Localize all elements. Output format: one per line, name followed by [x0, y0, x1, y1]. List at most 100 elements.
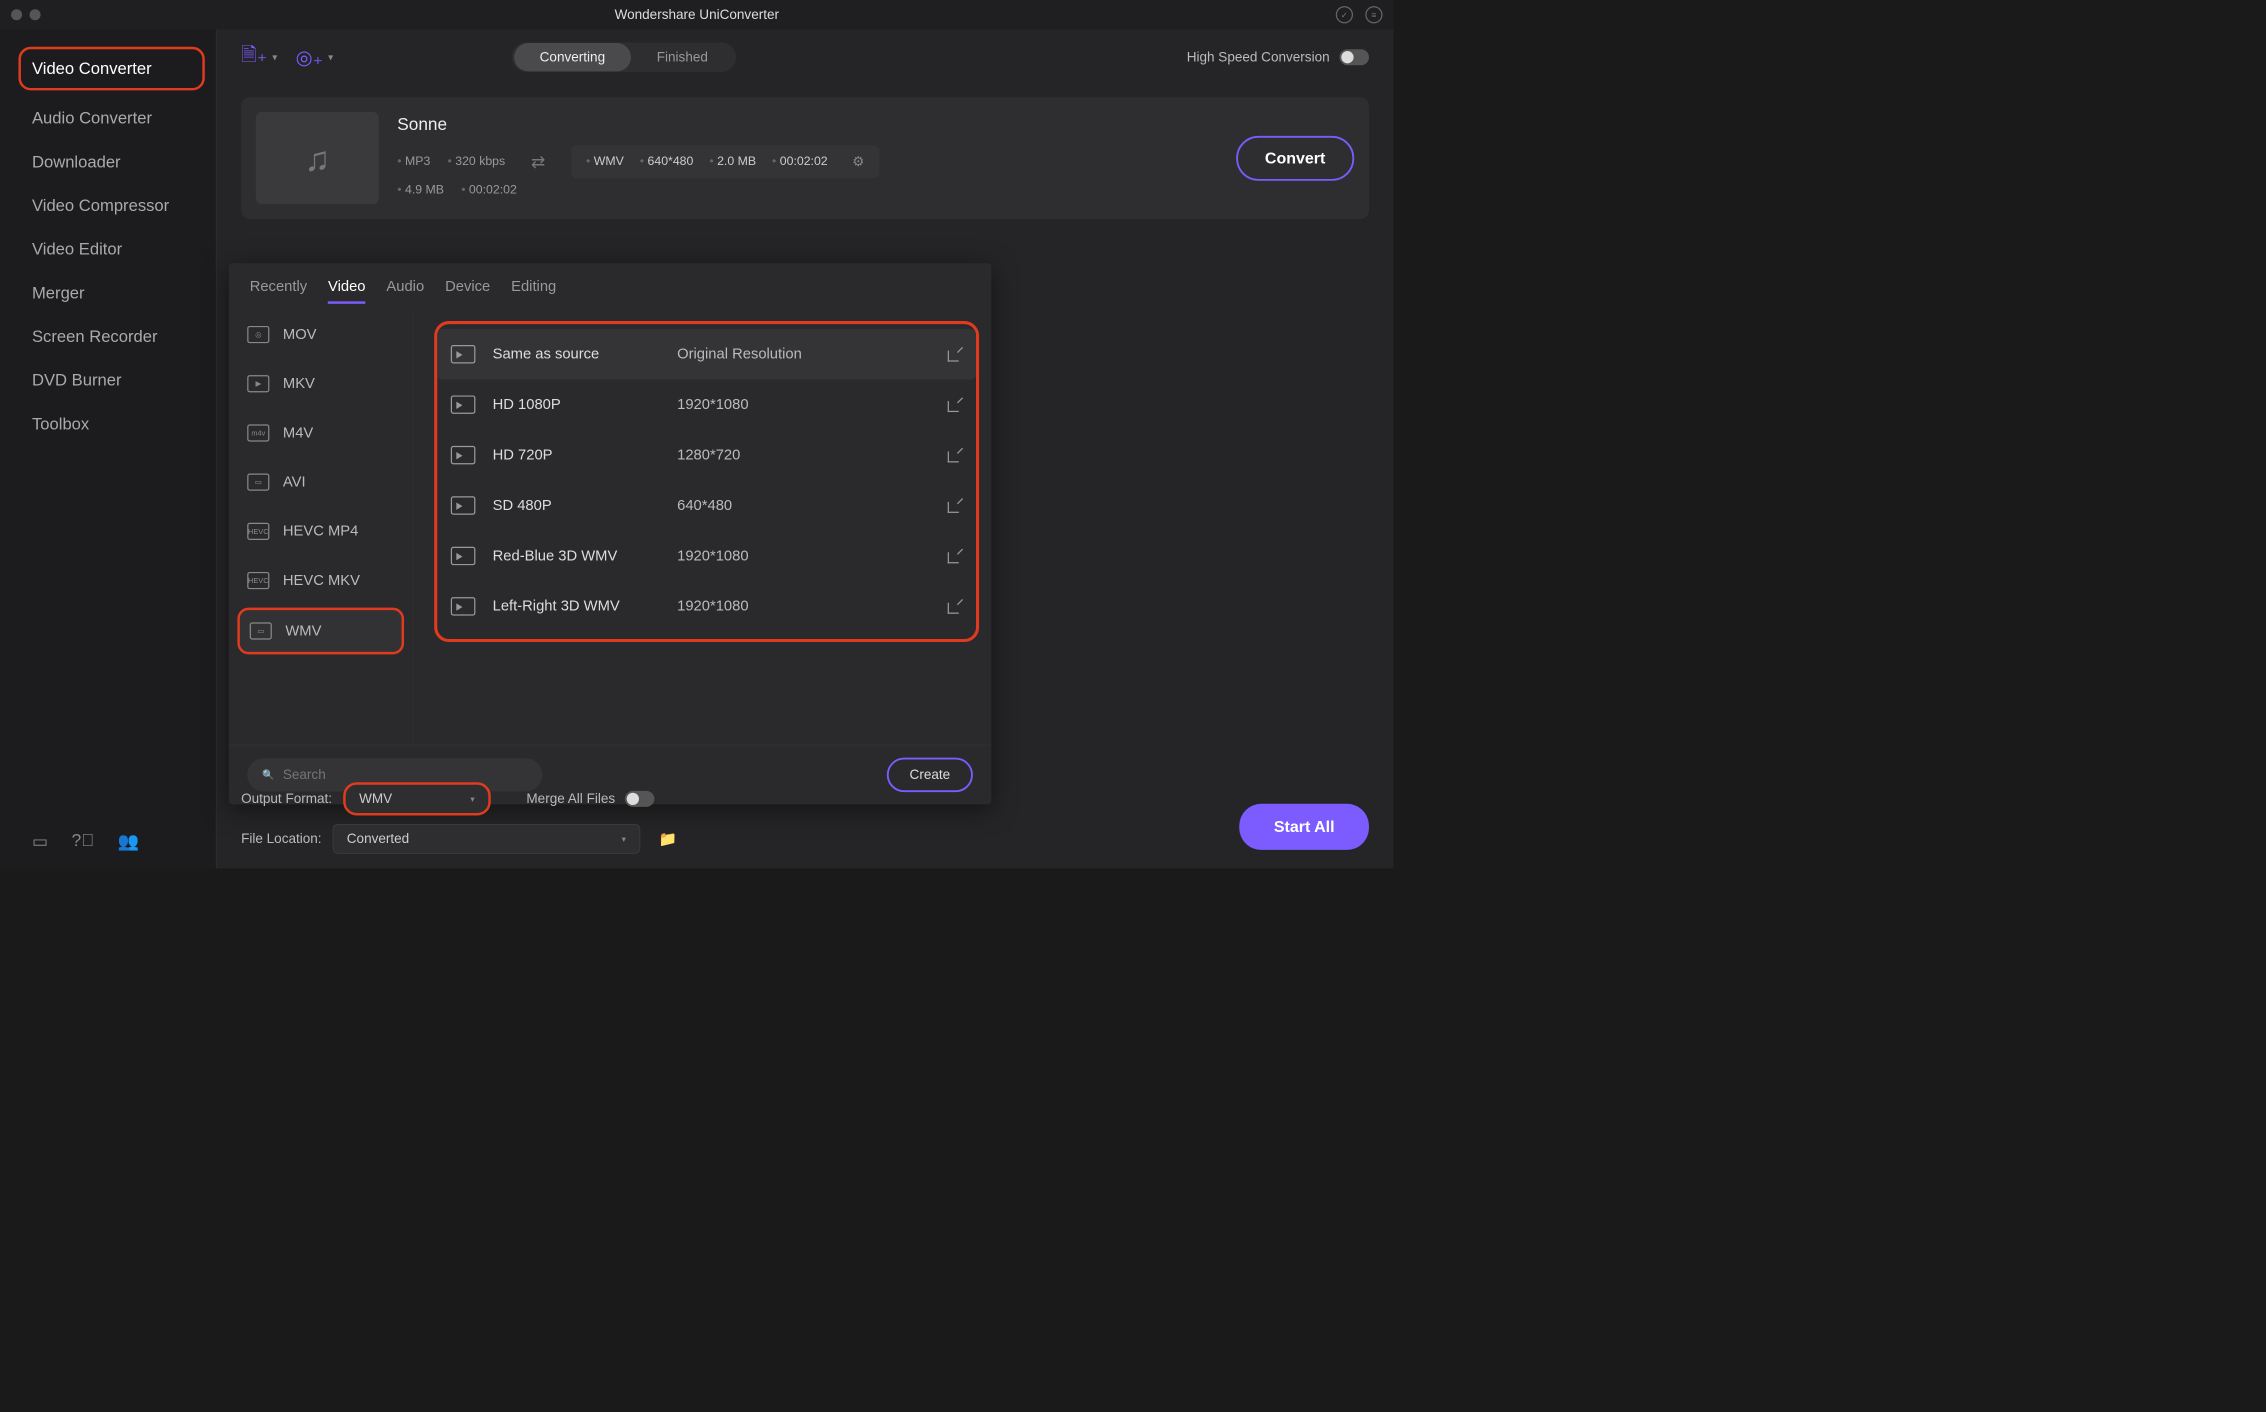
- edit-icon[interactable]: [948, 448, 963, 463]
- dst-format: WMV: [586, 154, 624, 168]
- hevc-small-icon: HEVC: [247, 572, 269, 589]
- dst-res: 640*480: [640, 154, 694, 168]
- file-location-select[interactable]: Converted ▾: [333, 824, 641, 854]
- footer: Output Format: WMV ▾ Merge All Files Fil…: [216, 774, 1393, 869]
- video-icon: [451, 597, 476, 615]
- chevron-down-icon: ▾: [470, 794, 474, 804]
- high-speed-toggle[interactable]: [1339, 49, 1369, 65]
- dst-dur: 00:02:02: [772, 154, 828, 168]
- tab-video[interactable]: Video: [328, 278, 365, 304]
- video-icon: [451, 496, 476, 514]
- edit-icon[interactable]: [948, 498, 963, 513]
- edit-icon[interactable]: [948, 599, 963, 614]
- thumbnail: ♫: [256, 112, 379, 204]
- chevron-down-icon: ▾: [272, 51, 277, 63]
- sidebar-item-merger[interactable]: Merger: [0, 271, 216, 315]
- sidebar-item-video-compressor[interactable]: Video Compressor: [0, 184, 216, 228]
- format-avi[interactable]: ▭AVI: [229, 458, 413, 507]
- video-icon: [451, 547, 476, 565]
- music-note-icon: ♫: [304, 138, 330, 178]
- video-icon: [451, 345, 476, 363]
- sidebar: Video Converter Audio Converter Download…: [0, 30, 216, 869]
- video-icon: [451, 395, 476, 413]
- sidebar-item-downloader[interactable]: Downloader: [0, 140, 216, 184]
- segmented-control: Converting Finished: [511, 42, 736, 72]
- tab-editing[interactable]: Editing: [511, 278, 556, 304]
- dst-size: 2.0 MB: [709, 154, 756, 168]
- chevron-down-icon: ▾: [328, 51, 333, 63]
- tab-audio[interactable]: Audio: [386, 278, 424, 304]
- file-location-label: File Location:: [241, 831, 321, 847]
- src-format: MP3: [397, 154, 430, 168]
- format-m4v[interactable]: m4vM4V: [229, 408, 413, 457]
- src-size: 4.9 MB: [397, 183, 444, 197]
- add-file-button[interactable]: 🗎₊ ▾: [241, 41, 277, 74]
- format-popup: Recently Video Audio Device Editing ◎MOV…: [229, 263, 992, 804]
- chevron-down-icon: ▾: [622, 834, 626, 844]
- disc-icon: ◎₊: [296, 46, 324, 69]
- book-icon[interactable]: ▭: [32, 831, 48, 851]
- video-small-icon: ▶: [247, 375, 269, 392]
- gear-icon[interactable]: ⚙: [852, 153, 864, 169]
- shuffle-icon: ⇄: [531, 151, 545, 171]
- folder-icon[interactable]: 📁: [659, 830, 677, 848]
- sidebar-item-dvd-burner[interactable]: DVD Burner: [0, 359, 216, 403]
- people-icon[interactable]: 👥: [117, 831, 138, 851]
- resolution-highlight-box: Same as source Original Resolution HD 10…: [434, 321, 979, 642]
- res-hd-720p[interactable]: HD 720P 1280*720: [437, 430, 976, 480]
- conversion-item: ♫ Sonne MP3 320 kbps ⇄ WMV 640*480 2.0 M…: [241, 97, 1369, 219]
- edit-icon[interactable]: [948, 347, 963, 362]
- res-hd-1080p[interactable]: HD 1080P 1920*1080: [437, 379, 976, 429]
- traffic-lights: [11, 9, 41, 20]
- main: 🗎₊ ▾ ◎₊ ▾ Converting Finished High Speed C…: [216, 30, 1393, 869]
- convert-button[interactable]: Convert: [1236, 136, 1354, 181]
- tab-recently[interactable]: Recently: [250, 278, 307, 304]
- titlebar: Wondershare UniConverter ✓ ≡: [0, 0, 1394, 30]
- close-dot[interactable]: [11, 9, 22, 20]
- tab-finished[interactable]: Finished: [631, 43, 734, 71]
- add-file-icon: 🗎₊: [241, 41, 267, 74]
- edit-icon[interactable]: [948, 397, 963, 412]
- minimize-dot[interactable]: [30, 9, 41, 20]
- tab-converting[interactable]: Converting: [514, 43, 631, 71]
- edit-icon[interactable]: [948, 549, 963, 564]
- src-bitrate: 320 kbps: [448, 154, 506, 168]
- account-icon[interactable]: ✓: [1336, 6, 1353, 23]
- high-speed-label: High Speed Conversion: [1187, 49, 1330, 65]
- sidebar-item-video-converter[interactable]: Video Converter: [18, 47, 204, 91]
- merge-label: Merge All Files: [526, 791, 615, 807]
- res-same-as-source[interactable]: Same as source Original Resolution: [437, 329, 976, 379]
- app-title: Wondershare UniConverter: [615, 7, 779, 23]
- start-all-button[interactable]: Start All: [1239, 804, 1369, 850]
- merge-toggle[interactable]: [625, 791, 655, 807]
- sidebar-item-toolbox[interactable]: Toolbox: [0, 402, 216, 446]
- res-sd-480p[interactable]: SD 480P 640*480: [437, 480, 976, 530]
- target-format-pill[interactable]: WMV 640*480 2.0 MB 00:02:02 ⚙: [571, 145, 879, 178]
- sidebar-item-video-editor[interactable]: Video Editor: [0, 228, 216, 272]
- hevc-small-icon: HEVC: [247, 523, 269, 540]
- src-dur: 00:02:02: [461, 183, 517, 197]
- format-hevc-mp4[interactable]: HEVCHEVC MP4: [229, 507, 413, 556]
- film-small-icon: ▭: [250, 622, 272, 639]
- tab-device[interactable]: Device: [445, 278, 490, 304]
- format-tabs: Recently Video Audio Device Editing: [229, 263, 992, 310]
- output-format-select[interactable]: WMV ▾: [343, 782, 491, 815]
- sidebar-item-audio-converter[interactable]: Audio Converter: [0, 97, 216, 141]
- res-left-right-3d[interactable]: Left-Right 3D WMV 1920*1080: [437, 581, 976, 631]
- sidebar-item-screen-recorder[interactable]: Screen Recorder: [0, 315, 216, 359]
- res-red-blue-3d[interactable]: Red-Blue 3D WMV 1920*1080: [437, 531, 976, 581]
- toolbar: 🗎₊ ▾ ◎₊ ▾ Converting Finished High Speed C…: [216, 30, 1393, 85]
- format-mkv[interactable]: ▶MKV: [229, 359, 413, 408]
- menu-icon[interactable]: ≡: [1365, 6, 1382, 23]
- video-icon: [451, 446, 476, 464]
- disc-small-icon: ◎: [247, 326, 269, 343]
- help-icon[interactable]: ?⃝: [72, 831, 94, 851]
- film-small-icon: ▭: [247, 474, 269, 491]
- output-format-label: Output Format:: [241, 791, 332, 807]
- add-disc-button[interactable]: ◎₊ ▾: [296, 46, 333, 69]
- item-title: Sonne: [397, 114, 1217, 134]
- format-wmv[interactable]: ▭WMV: [237, 608, 404, 655]
- format-mov[interactable]: ◎MOV: [229, 310, 413, 359]
- format-hevc-mkv[interactable]: HEVCHEVC MKV: [229, 556, 413, 605]
- resolution-list: Same as source Original Resolution HD 10…: [413, 310, 991, 745]
